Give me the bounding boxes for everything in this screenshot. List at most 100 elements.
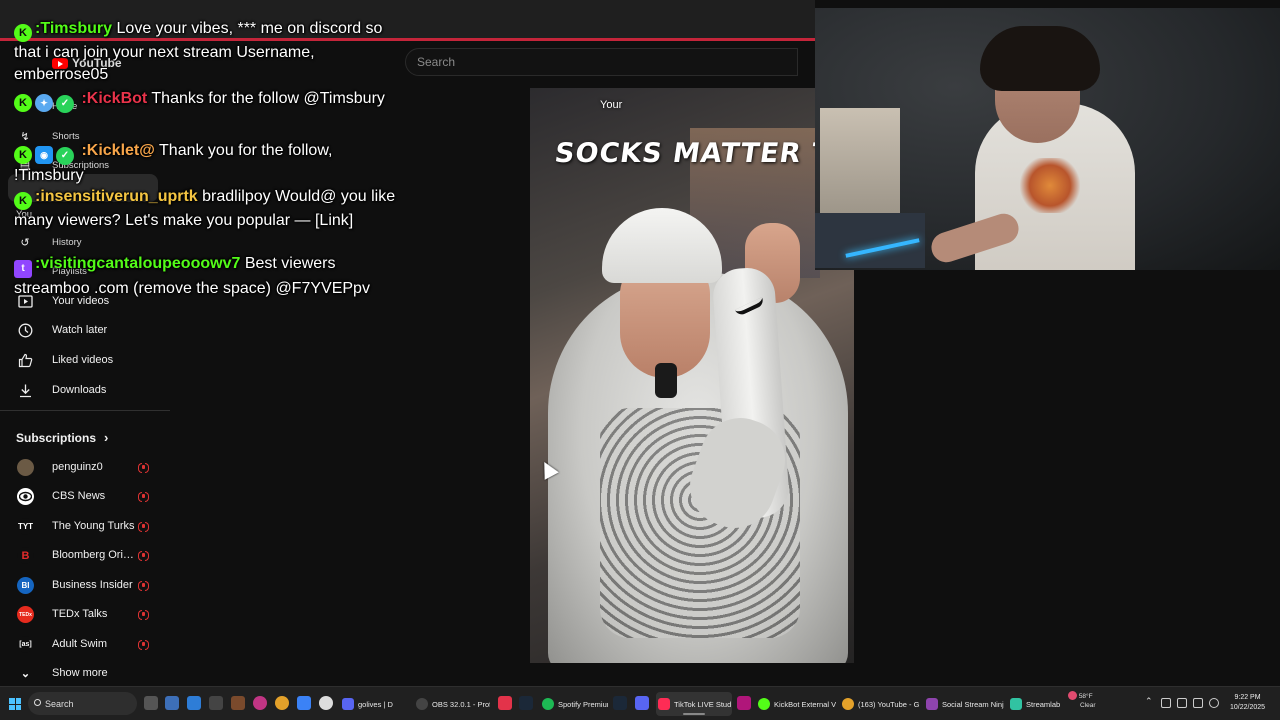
channel-avatar: B [17, 547, 34, 564]
search-input[interactable] [406, 49, 797, 75]
sidebar-item-downloads[interactable]: Downloads [0, 376, 170, 404]
taskbar-app-icon[interactable] [737, 696, 751, 710]
subscription-item[interactable]: BI Business Insider [0, 571, 170, 599]
live-icon [138, 640, 149, 650]
taskbar-app-streamlabs[interactable]: Streamlab [1008, 692, 1064, 716]
taskbar-app-icon[interactable] [635, 696, 649, 710]
chrome-icon [842, 698, 854, 710]
chevron-down-icon: ⌄ [20, 668, 31, 680]
subscription-item[interactable]: TYT The Young Turks [0, 512, 170, 540]
taskbar-search[interactable]: Search [28, 692, 137, 715]
photos-icon[interactable] [297, 696, 311, 710]
social-stream-icon [926, 698, 938, 710]
sidebar-item-watch-later[interactable]: Watch later [0, 316, 170, 344]
system-clock[interactable]: 9:22 PM 10/22/2025 [1230, 693, 1265, 713]
chat-message: K:insensitiverun_uprtk bradlilpoy Would@… [14, 186, 402, 232]
video-caption: SOCKS MATTER TOO [552, 138, 854, 169]
taskbar-app-discord[interactable]: golives | D [340, 692, 410, 716]
chat-username: :Timsbury [35, 20, 113, 37]
tray-app-icon[interactable] [1177, 698, 1187, 708]
subscriptions-heading[interactable]: Subscriptions › [16, 430, 108, 445]
taskbar-app-tiktok[interactable]: TikTok LIVE Stud [656, 692, 732, 716]
chat-text: Thanks for the follow @Timsbury [151, 90, 385, 107]
show-more-button[interactable]: ⌄ Show more [0, 659, 170, 687]
safari-icon[interactable] [319, 696, 333, 710]
channel-avatar: [as] [17, 636, 34, 653]
task-view-icon[interactable] [144, 696, 158, 710]
chat-message: K ✦ ✓ :KickBot Thanks for the follow @Tims… [14, 88, 402, 113]
taskbar-app-spotify[interactable]: Spotify Premium [540, 692, 608, 716]
taskbar-app-kickbot[interactable]: KickBot External V [756, 692, 836, 716]
obs-icon [416, 698, 428, 710]
network-icon[interactable] [1193, 698, 1203, 708]
file-explorer-icon[interactable] [187, 696, 201, 710]
spotify-icon [542, 698, 554, 710]
tiktok-icon [658, 698, 670, 710]
taskbar-app-icon[interactable] [498, 696, 512, 710]
chat-message: K ◉ ✓ :Kicklet@ Thank you for the follow, … [14, 140, 402, 187]
active-indicator [682, 713, 706, 715]
taskbar-app-youtube[interactable]: (163) YouTube - G [840, 692, 920, 716]
channel-avatar: TYT [17, 518, 34, 535]
windows-start-icon[interactable] [9, 698, 21, 710]
webcam-shirt-graphic [1020, 158, 1080, 213]
taskbar-app-social-stream[interactable]: Social Stream Ninj [924, 692, 1004, 716]
sidebar-item-liked-videos[interactable]: Liked videos [0, 346, 170, 374]
subscription-item[interactable]: B Bloomberg Origi... [0, 541, 170, 569]
chrome-icon[interactable] [275, 696, 289, 710]
webcam-person-hair [980, 26, 1100, 91]
chat-username: :insensitiverun_uprtk [35, 188, 198, 205]
weather-icon [1068, 691, 1077, 700]
instagram-icon[interactable] [253, 696, 267, 710]
liked-icon [17, 352, 33, 368]
subscription-item[interactable]: [as] Adult Swim [0, 630, 170, 658]
kick-badge-icon: K [14, 94, 32, 112]
tray-app-icon[interactable] [1161, 698, 1171, 708]
discord-icon [342, 698, 354, 710]
streamlabs-icon [1010, 698, 1022, 710]
sidebar-item-history[interactable]: ↺ History [0, 228, 170, 256]
chat-message: t:visitingcantaloupeooowv7 Best viewers … [14, 253, 402, 300]
live-icon [138, 492, 149, 502]
subscription-item[interactable]: CBS News [0, 482, 170, 510]
weather-widget[interactable]: 58°F Clear [1068, 691, 1096, 710]
subscription-item[interactable]: TEDx TEDx Talks [0, 600, 170, 628]
channel-avatar: TEDx [17, 606, 34, 623]
search-box[interactable] [405, 48, 798, 76]
verified-badge-icon: ✓ [56, 95, 74, 113]
taskbar-app-icon[interactable] [231, 696, 245, 710]
steam-icon[interactable] [613, 696, 627, 710]
channel-avatar [17, 459, 34, 476]
verified-badge-icon: ✓ [56, 147, 74, 165]
search-icon [34, 699, 41, 706]
live-icon [138, 551, 149, 561]
live-icon [138, 581, 149, 591]
chat-username: :KickBot [81, 90, 148, 107]
video-tag-text: Your [600, 99, 623, 111]
kick-badge-icon: K [14, 146, 32, 164]
watch-later-icon [17, 322, 33, 338]
taskbar-app-icon[interactable] [165, 696, 179, 710]
volume-icon[interactable] [1209, 698, 1219, 708]
video-player[interactable]: Your SOCKS MATTER TOO [530, 88, 854, 663]
channel-avatar [17, 488, 34, 505]
taskbar-app-obs[interactable]: OBS 32.0.1 - Profil [414, 692, 490, 716]
download-icon [17, 382, 33, 398]
tray-chevron-up-icon[interactable]: ⌃ [1145, 696, 1153, 707]
kick-badge-icon: K [14, 24, 32, 42]
live-icon [138, 522, 149, 532]
steam-icon[interactable] [519, 696, 533, 710]
history-icon: ↺ [20, 236, 30, 249]
taskbar-app-icon[interactable] [209, 696, 223, 710]
windows-taskbar: Search golives | D OBS 32.0.1 - Profil S… [0, 686, 1280, 720]
channel-avatar: BI [17, 577, 34, 594]
webcam-overlay [815, 8, 1280, 270]
sidebar-divider [0, 410, 170, 411]
robot-badge-icon: ◉ [35, 146, 53, 164]
twitch-badge-icon: t [14, 260, 32, 278]
live-icon [138, 463, 149, 473]
chevron-right-icon: › [104, 430, 109, 445]
kick-badge-icon: K [14, 192, 32, 210]
subscription-item[interactable]: penguinz0 [0, 453, 170, 481]
chat-username: :visitingcantaloupeooowv7 [35, 255, 241, 272]
